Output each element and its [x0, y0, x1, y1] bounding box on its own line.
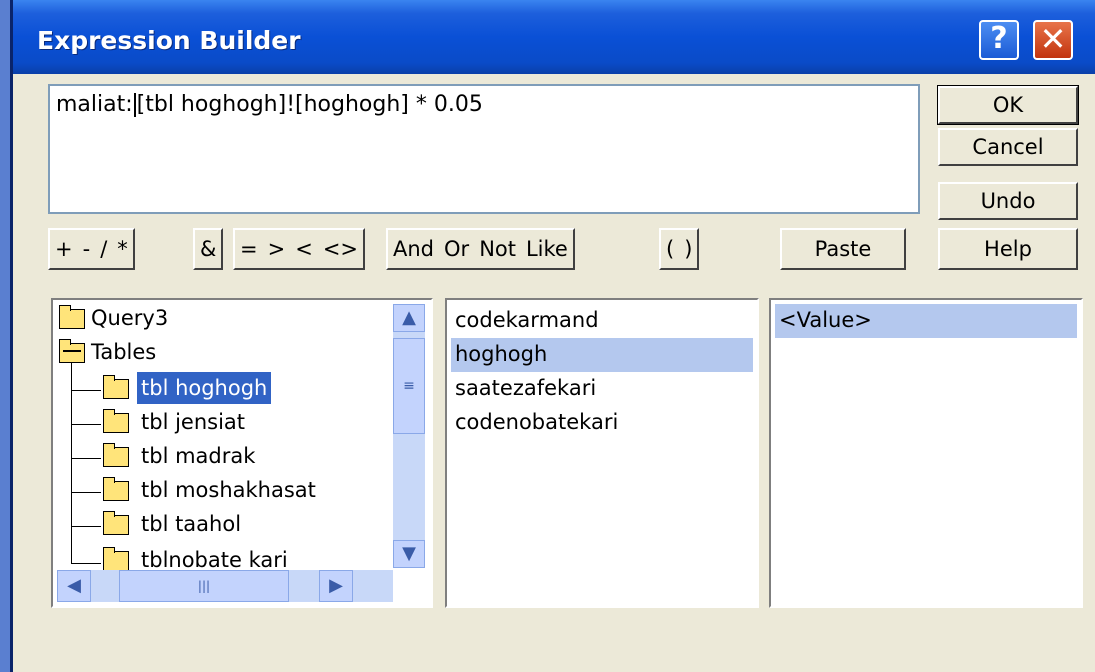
cancel-button[interactable]: Cancel — [938, 128, 1078, 166]
object-tree[interactable]: Query3 Tables tbl hoghogh tbl jensiat tb… — [51, 298, 433, 608]
op-ampersand[interactable]: & — [195, 230, 221, 268]
compare-operators: = > < <> — [233, 228, 366, 270]
expression-input[interactable]: maliat: [tbl hoghogh]![hoghogh] * 0.05 — [48, 84, 920, 214]
vertical-scrollbar[interactable]: ▲ ≡ ▼ — [393, 304, 425, 568]
horizontal-scrollbar[interactable]: ◀ ||| ▶ — [57, 570, 393, 602]
folder-icon — [103, 409, 129, 433]
folder-open-icon — [59, 339, 85, 363]
list-item[interactable]: codenobatekari — [451, 406, 753, 440]
op-minus[interactable]: - — [78, 230, 96, 268]
scroll-thumb[interactable]: ≡ — [393, 338, 425, 434]
tree-branch — [71, 390, 101, 391]
op-not[interactable]: Not — [474, 230, 521, 268]
arith-operators: + - / * — [48, 228, 135, 270]
op-like[interactable]: Like — [521, 230, 573, 268]
folder-icon — [103, 511, 129, 535]
values-list[interactable]: <Value> — [769, 298, 1083, 608]
tree-branch — [71, 526, 101, 527]
op-or[interactable]: Or — [439, 230, 474, 268]
fields-list[interactable]: codekarmand hoghogh saatezafekari codeno… — [445, 298, 759, 608]
op-equals[interactable]: = — [235, 230, 263, 268]
window-title: Expression Builder — [37, 26, 301, 55]
logical-operators: And Or Not Like — [386, 228, 575, 270]
folder-icon — [103, 547, 129, 571]
scroll-left-icon[interactable]: ◀ — [57, 570, 91, 602]
folder-icon — [59, 305, 85, 329]
expression-text-after: [tbl hoghogh]![hoghogh] * 0.05 — [136, 92, 483, 117]
op-multiply[interactable]: * — [112, 230, 133, 268]
scroll-up-icon[interactable]: ▲ — [393, 304, 425, 332]
close-button[interactable]: ✕ — [1033, 20, 1073, 60]
tree-branch — [71, 424, 101, 425]
folder-open-icon — [103, 375, 129, 399]
op-plus[interactable]: + — [50, 230, 78, 268]
concat-operator: & — [193, 228, 224, 270]
op-less[interactable]: < — [290, 230, 318, 268]
op-open-paren[interactable]: ( — [661, 230, 679, 268]
op-divide[interactable]: / — [95, 230, 112, 268]
list-item[interactable]: hoghogh — [451, 338, 753, 372]
op-greater[interactable]: > — [263, 230, 291, 268]
tree-line — [71, 362, 72, 564]
paste-button[interactable]: Paste — [780, 228, 906, 270]
undo-button[interactable]: Undo — [938, 182, 1078, 220]
text-caret — [133, 93, 136, 117]
op-not-equal[interactable]: <> — [318, 230, 363, 268]
op-close-paren[interactable]: ) — [679, 230, 697, 268]
list-item[interactable]: <Value> — [775, 304, 1077, 338]
ok-button[interactable]: OK — [937, 85, 1079, 125]
minus-icon — [63, 350, 81, 352]
scroll-down-icon[interactable]: ▼ — [393, 540, 425, 568]
op-and[interactable]: And — [388, 230, 439, 268]
expression-text-before: maliat: — [56, 92, 133, 117]
tree-branch — [71, 458, 101, 459]
expression-builder-dialog: Expression Builder ? ✕ maliat: [tbl hogho… — [10, 0, 1095, 672]
folder-icon — [103, 443, 129, 467]
paren-operators: ( ) — [659, 228, 700, 270]
tree-branch — [71, 563, 101, 564]
scroll-thumb[interactable]: ||| — [119, 570, 289, 602]
list-item[interactable]: codekarmand — [451, 304, 753, 338]
scroll-right-icon[interactable]: ▶ — [319, 570, 353, 602]
folder-icon — [103, 477, 129, 501]
title-bar[interactable]: Expression Builder ? ✕ — [13, 0, 1095, 74]
list-item[interactable]: saatezafekari — [451, 372, 753, 406]
help-button[interactable]: Help — [938, 228, 1078, 270]
tree-branch — [71, 492, 101, 493]
help-title-button[interactable]: ? — [979, 20, 1019, 60]
